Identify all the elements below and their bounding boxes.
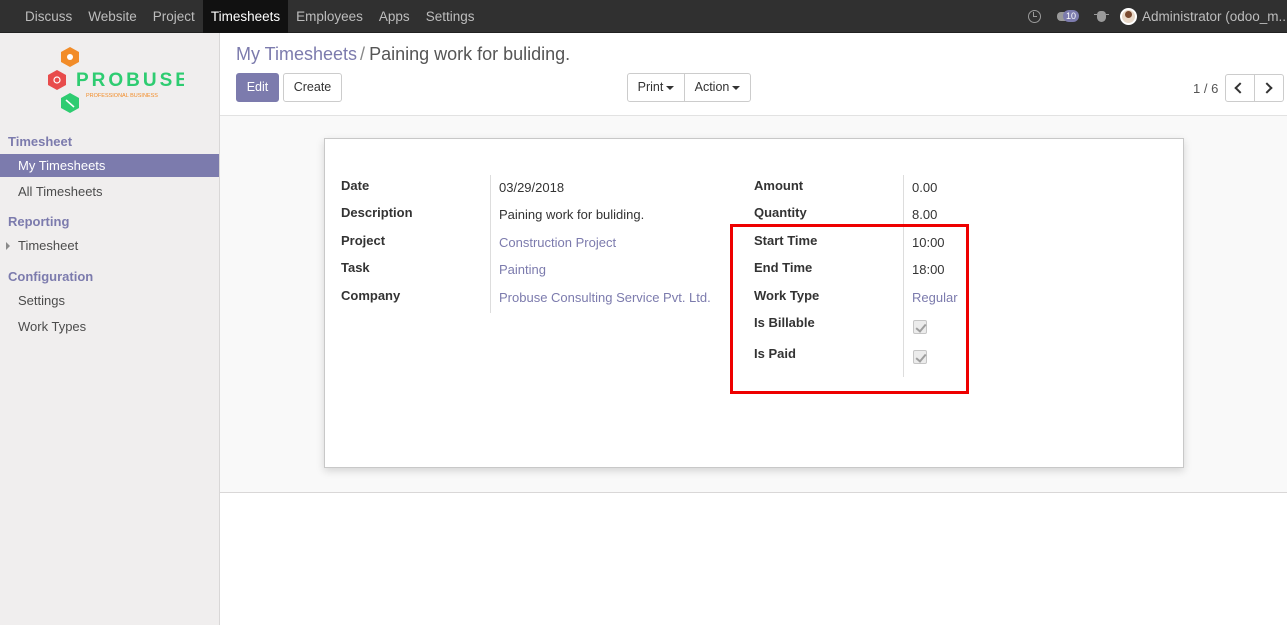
menu-project[interactable]: Project xyxy=(145,0,203,33)
field-company-link[interactable]: Probuse Consulting Service Pvt. Ltd. xyxy=(499,290,711,305)
pager-value[interactable]: 1 / 6 xyxy=(1193,81,1218,96)
label-quantity: Quantity xyxy=(754,205,807,220)
menu-settings[interactable]: Settings xyxy=(418,0,483,33)
breadcrumb-separator: / xyxy=(360,44,366,64)
label-task: Task xyxy=(341,260,370,275)
section-configuration: Configuration xyxy=(8,269,94,284)
highlight-annotation-box xyxy=(730,224,969,394)
probuse-logo: PROBUSE PROFESSIONAL BUSINESS xyxy=(48,47,184,113)
field-date: 03/29/2018 xyxy=(499,180,565,195)
label-description: Description xyxy=(341,205,413,220)
sidebar-item-settings[interactable]: Settings xyxy=(0,289,219,312)
field-project-link[interactable]: Construction Project xyxy=(499,235,616,250)
breadcrumb-current: Paining work for buliding. xyxy=(369,44,571,64)
activity-clock-icon[interactable] xyxy=(1028,10,1041,23)
breadcrumb: My Timesheets / Paining work for buliding. xyxy=(236,44,570,65)
sidebar-item-work-types[interactable]: Work Types xyxy=(0,315,219,338)
sidebar: PROBUSE PROFESSIONAL BUSINESS Timesheet … xyxy=(0,33,220,625)
action-label: Action xyxy=(694,80,730,94)
field-quantity: 8.00 xyxy=(912,207,938,222)
pager-next-button[interactable] xyxy=(1254,74,1284,102)
field-amount: 0.00 xyxy=(912,180,938,195)
sidebar-item-my-timesheets[interactable]: My Timesheets xyxy=(0,154,219,177)
label-company: Company xyxy=(341,288,401,303)
create-button[interactable]: Create xyxy=(283,73,342,102)
sidebar-item-all-timesheets[interactable]: All Timesheets xyxy=(0,180,219,203)
user-avatar[interactable] xyxy=(1120,8,1137,25)
label-date: Date xyxy=(341,178,370,193)
top-navbar: Discuss Website Project Timesheets Emplo… xyxy=(0,0,1287,33)
menu-apps[interactable]: Apps xyxy=(371,0,418,33)
pager-previous-button[interactable] xyxy=(1225,74,1255,102)
label-amount: Amount xyxy=(754,178,804,193)
app-menu: Discuss Website Project Timesheets Emplo… xyxy=(17,0,482,33)
menu-discuss[interactable]: Discuss xyxy=(17,0,80,33)
menu-employees[interactable]: Employees xyxy=(288,0,371,33)
messaging-icon[interactable]: 10 xyxy=(1057,9,1080,24)
print-label: Print xyxy=(637,80,664,94)
message-count-badge: 10 xyxy=(1063,9,1080,22)
left-group-divider xyxy=(490,175,491,313)
caret-down-icon xyxy=(666,85,675,90)
section-reporting: Reporting xyxy=(8,214,70,229)
action-dropdown[interactable]: Action xyxy=(684,73,751,102)
debug-bug-icon[interactable] xyxy=(1094,11,1109,22)
sidebar-item-label: Timesheet xyxy=(18,238,79,253)
logo-tagline: PROFESSIONAL BUSINESS xyxy=(86,93,158,99)
print-dropdown[interactable]: Print xyxy=(627,73,685,102)
logo-brand: PROBUSE xyxy=(76,70,184,91)
caret-down-icon xyxy=(732,85,741,90)
sidebar-item-timesheet-report[interactable]: Timesheet xyxy=(0,234,219,257)
chevron-left-icon xyxy=(1234,82,1246,94)
label-project: Project xyxy=(341,233,386,248)
edit-button[interactable]: Edit xyxy=(236,73,279,102)
menu-timesheets[interactable]: Timesheets xyxy=(202,0,289,33)
caret-right-icon xyxy=(6,242,10,250)
field-description: Paining work for buliding. xyxy=(499,207,645,222)
field-task-link[interactable]: Painting xyxy=(499,262,546,277)
breadcrumb-parent[interactable]: My Timesheets xyxy=(236,44,357,64)
section-timesheet: Timesheet xyxy=(8,134,73,149)
user-menu[interactable]: Administrator (odoo_m... xyxy=(1142,9,1287,24)
chevron-right-icon xyxy=(1261,82,1273,94)
menu-website[interactable]: Website xyxy=(80,0,145,33)
